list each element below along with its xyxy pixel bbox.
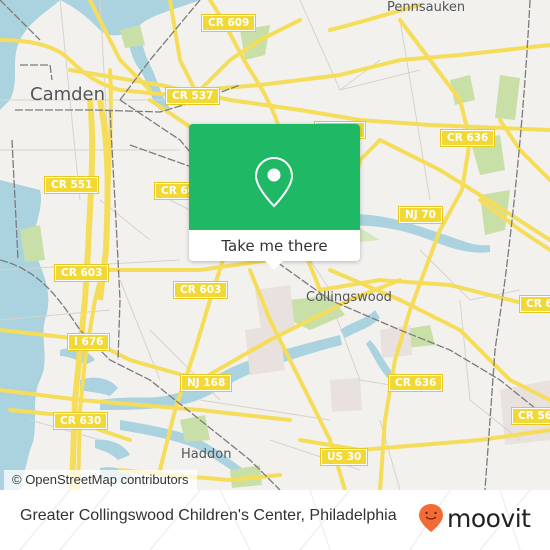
route-shield: CR 62 [518, 295, 550, 313]
route-shield: CR 603 [53, 264, 110, 282]
route-shield: US 30 [319, 448, 369, 466]
route-shield: CR 551 [43, 176, 100, 194]
lake-haddon [95, 439, 130, 460]
destination-popup: Take me there [189, 124, 360, 270]
route-shield: CR 56 [510, 407, 550, 425]
route-shield: CR 609 [200, 14, 257, 32]
route-shield: CR 537 [164, 87, 221, 105]
route-shield: CR 636 [439, 129, 496, 147]
route-shield: NJ 168 [179, 374, 233, 392]
moovit-wordmark: moovit [447, 503, 531, 533]
place-label-pennsauken: Pennsauken [387, 0, 466, 15]
park-east-1 [495, 75, 520, 120]
lake-west [80, 377, 118, 396]
park-sw [180, 415, 210, 442]
place-title: Greater Collingswood Children's Center, … [20, 507, 397, 524]
place-label-camden: Camden [30, 84, 106, 105]
place-label-collingswood: Collingswood [306, 290, 392, 305]
map-attribution[interactable]: © OpenStreetMap contributors [4, 470, 197, 490]
creek-east [340, 310, 380, 338]
footer-bar: Greater Collingswood Children's Center, … [0, 490, 550, 550]
map-canvas[interactable]: Camden Pennsauken Collingswood Haddon CR… [0, 0, 550, 490]
route-shield: NJ 70 [398, 206, 443, 224]
popup-pointer [265, 261, 283, 270]
take-me-there-button[interactable]: Take me there [189, 230, 360, 261]
place-label-haddon: Haddon [181, 447, 232, 462]
route-shield: CR 630 [52, 412, 109, 430]
moovit-logo[interactable]: moovit [418, 503, 531, 533]
route-shield: I 676 [66, 333, 111, 351]
route-shield: CR 603 [172, 281, 229, 299]
location-pin-icon [254, 156, 294, 208]
route-shield: CR 636 [387, 374, 444, 392]
landuse-3 [330, 378, 362, 412]
moovit-pin-smile-icon [419, 504, 443, 532]
popup-header [189, 124, 360, 230]
